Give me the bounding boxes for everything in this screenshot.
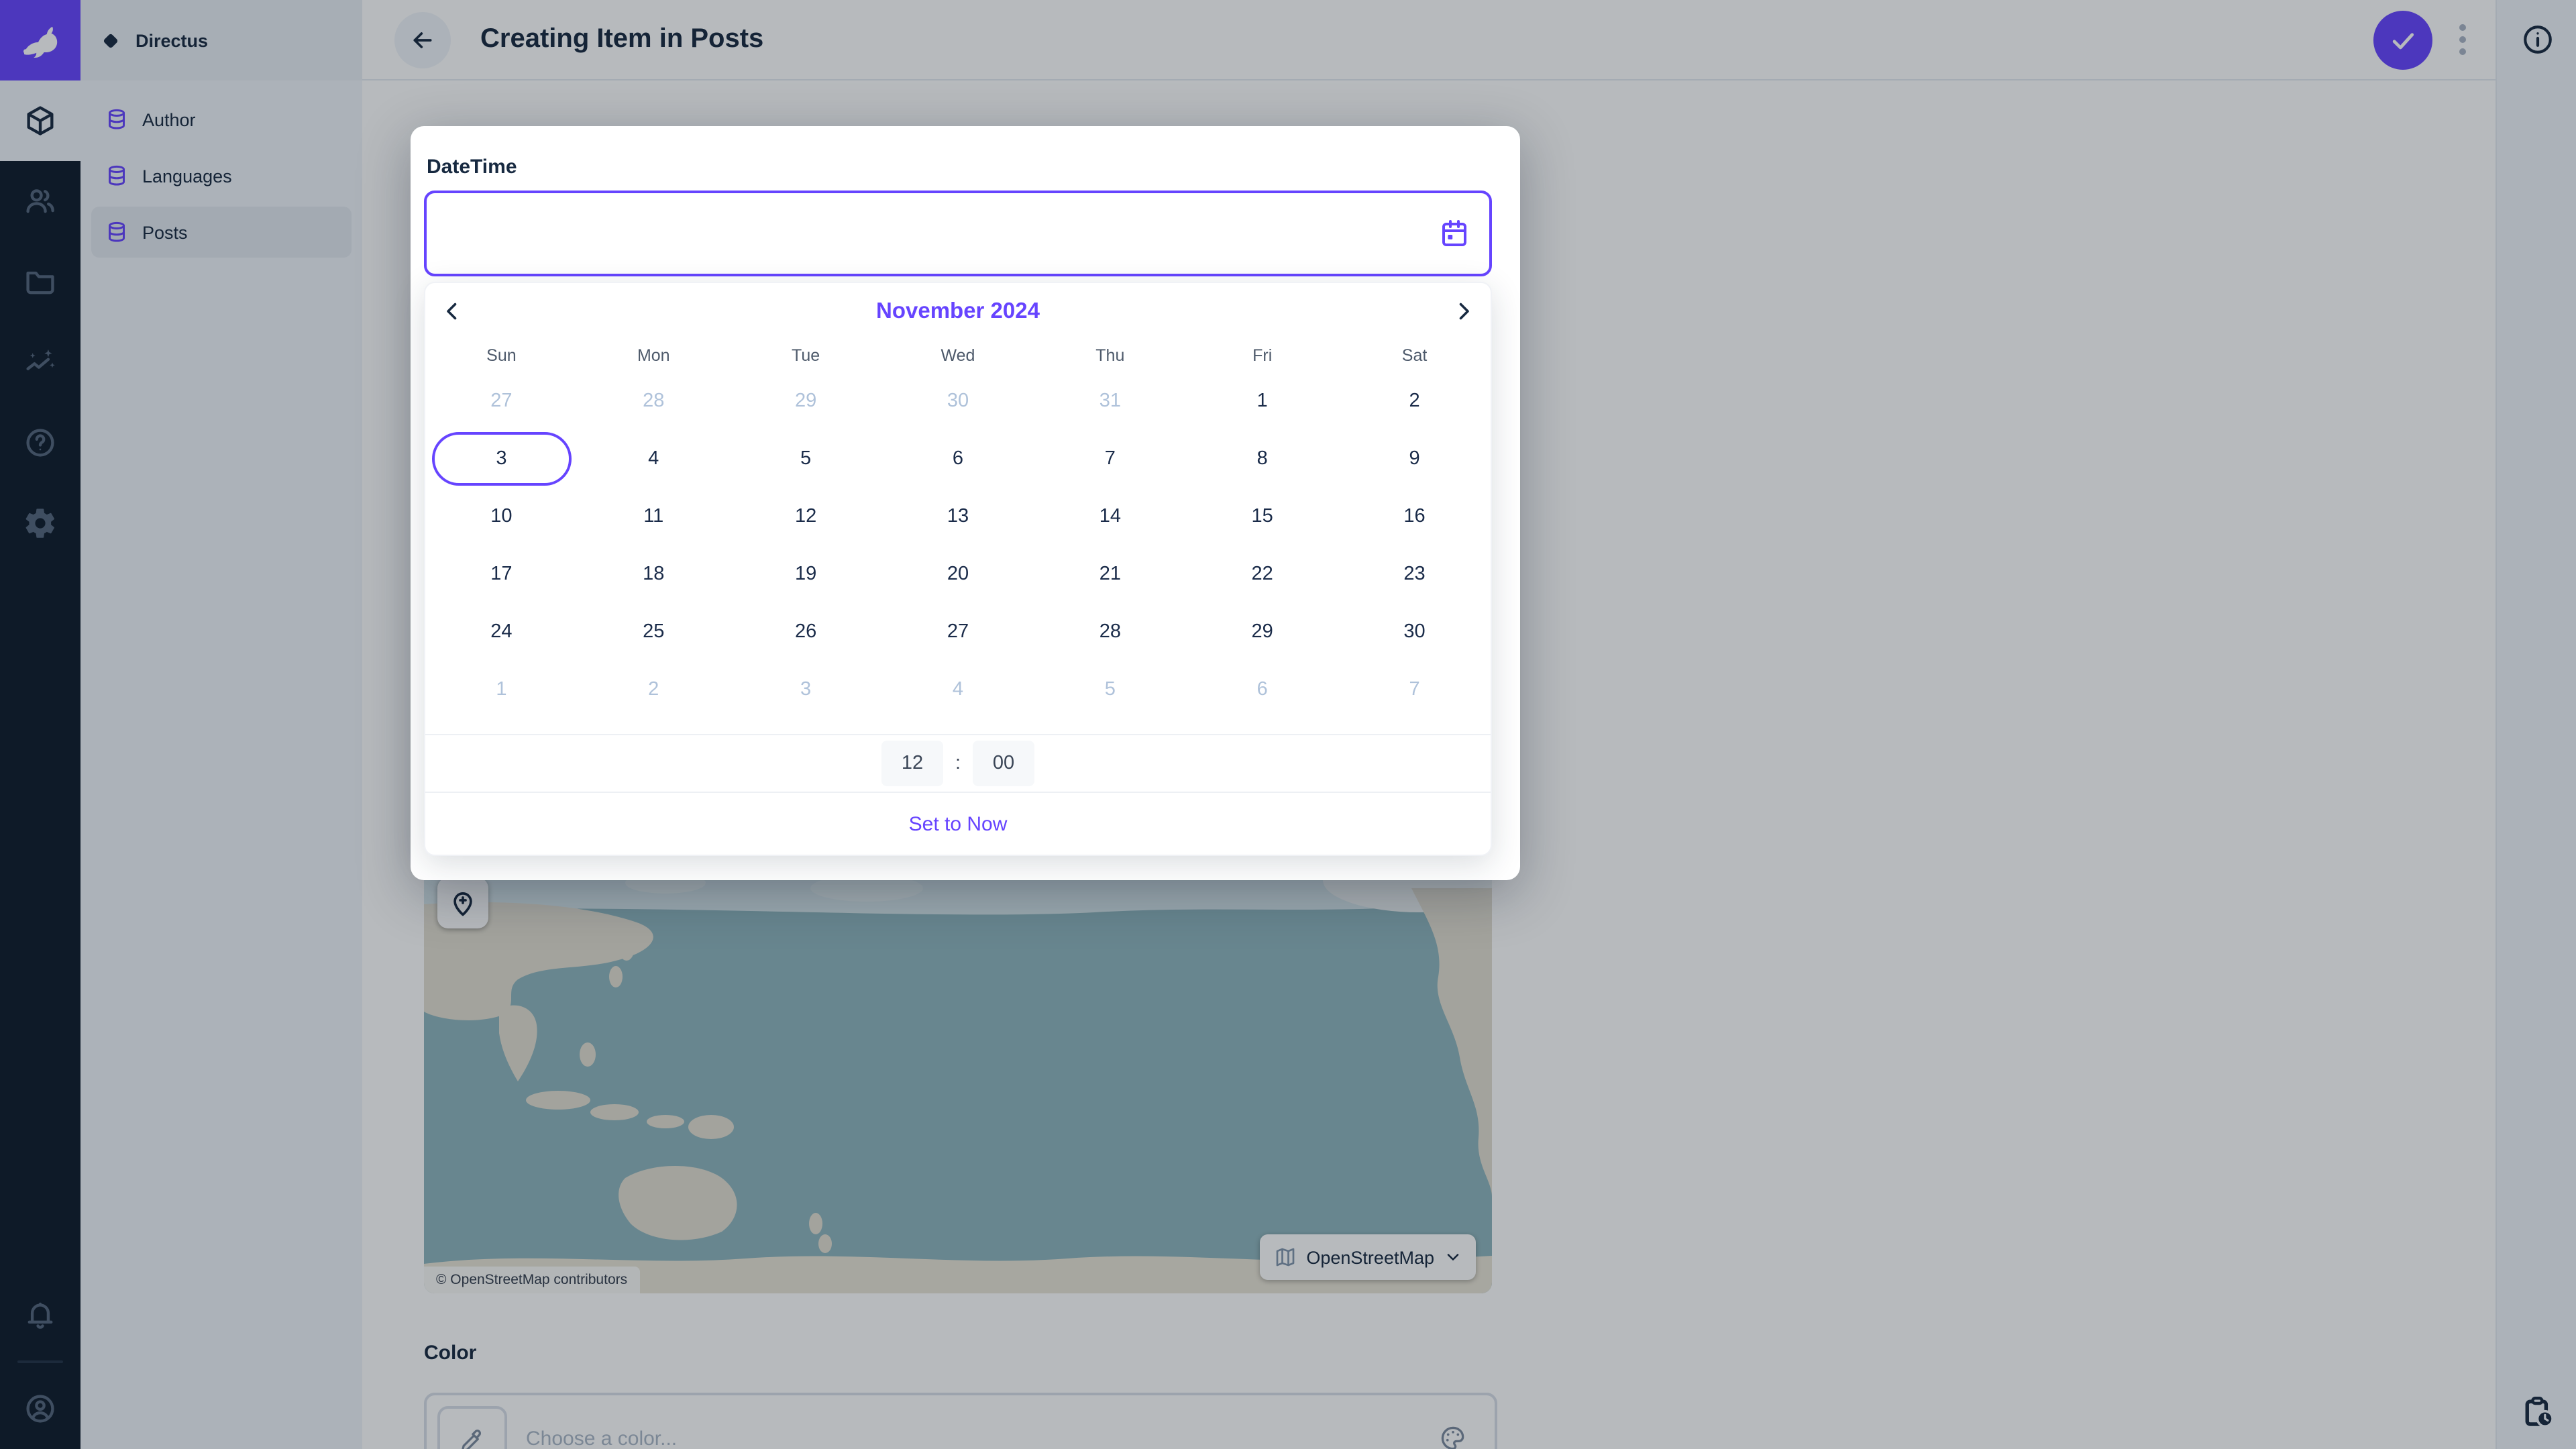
calendar-day[interactable]: 4 bbox=[882, 660, 1034, 718]
calendar-day[interactable]: 7 bbox=[1034, 429, 1186, 487]
calendar-day[interactable]: 3 bbox=[730, 660, 882, 718]
weekday-label: Tue bbox=[730, 339, 882, 372]
calendar-day[interactable]: 9 bbox=[1338, 429, 1491, 487]
calendar-day[interactable]: 1 bbox=[1186, 372, 1338, 429]
calendar-day[interactable]: 24 bbox=[425, 602, 578, 660]
datetime-field-label: DateTime bbox=[427, 156, 517, 178]
calendar-day[interactable]: 15 bbox=[1186, 487, 1338, 545]
calendar-time-row: 12 : 00 bbox=[425, 734, 1491, 792]
calendar-day[interactable]: 30 bbox=[882, 372, 1034, 429]
calendar-days-grid: 2728293031123456789101112131415161718192… bbox=[425, 372, 1491, 734]
minute-input[interactable]: 00 bbox=[973, 741, 1034, 786]
calendar-day[interactable]: 5 bbox=[730, 429, 882, 487]
calendar-day[interactable]: 26 bbox=[730, 602, 882, 660]
datetime-popover: DateTime November 2024 SunMonTueWedTh bbox=[411, 126, 1520, 880]
time-separator: : bbox=[955, 753, 961, 774]
weekday-label: Sat bbox=[1338, 339, 1491, 372]
weekday-label: Wed bbox=[882, 339, 1034, 372]
calendar-day[interactable]: 28 bbox=[578, 372, 730, 429]
calendar-day[interactable]: 27 bbox=[425, 372, 578, 429]
weekday-label: Fri bbox=[1186, 339, 1338, 372]
chevron-left-icon bbox=[440, 299, 464, 323]
calendar-day[interactable]: 13 bbox=[882, 487, 1034, 545]
calendar-day[interactable]: 8 bbox=[1186, 429, 1338, 487]
calendar-day[interactable]: 22 bbox=[1186, 545, 1338, 602]
calendar-glyph bbox=[1438, 217, 1470, 250]
calendar-day[interactable]: 23 bbox=[1338, 545, 1491, 602]
calendar-month-title[interactable]: November 2024 bbox=[479, 299, 1437, 324]
datetime-input[interactable] bbox=[427, 193, 1489, 274]
calendar-day[interactable]: 7 bbox=[1338, 660, 1491, 718]
calendar-weekday-row: SunMonTueWedThuFriSat bbox=[425, 339, 1491, 372]
calendar-dropdown: November 2024 SunMonTueWedThuFriSat 2728… bbox=[424, 282, 1492, 856]
calendar-day-today[interactable]: 3 bbox=[425, 429, 578, 487]
calendar-day[interactable]: 29 bbox=[730, 372, 882, 429]
calendar-day[interactable]: 31 bbox=[1034, 372, 1186, 429]
calendar-day[interactable]: 12 bbox=[730, 487, 882, 545]
set-to-now-button[interactable]: Set to Now bbox=[425, 792, 1491, 855]
calendar-day[interactable]: 19 bbox=[730, 545, 882, 602]
calendar-day[interactable]: 29 bbox=[1186, 602, 1338, 660]
calendar-day[interactable]: 16 bbox=[1338, 487, 1491, 545]
weekday-label: Sun bbox=[425, 339, 578, 372]
weekday-label: Thu bbox=[1034, 339, 1186, 372]
calendar-day[interactable]: 1 bbox=[425, 660, 578, 718]
datetime-input-wrapper bbox=[424, 191, 1492, 276]
chevron-right-icon bbox=[1452, 299, 1476, 323]
calendar-day[interactable]: 2 bbox=[578, 660, 730, 718]
calendar-day[interactable]: 6 bbox=[882, 429, 1034, 487]
calendar-day[interactable]: 4 bbox=[578, 429, 730, 487]
weekday-label: Mon bbox=[578, 339, 730, 372]
calendar-month-row: November 2024 bbox=[425, 283, 1491, 339]
calendar-day[interactable]: 14 bbox=[1034, 487, 1186, 545]
calendar-day[interactable]: 28 bbox=[1034, 602, 1186, 660]
hour-input[interactable]: 12 bbox=[881, 741, 943, 786]
calendar-day[interactable]: 21 bbox=[1034, 545, 1186, 602]
app-window: Directus AuthorLanguagesPosts Creating I… bbox=[0, 0, 2576, 1449]
calendar-day[interactable]: 30 bbox=[1338, 602, 1491, 660]
calendar-day[interactable]: 18 bbox=[578, 545, 730, 602]
next-month-button[interactable] bbox=[1437, 283, 1491, 339]
calendar-day[interactable]: 5 bbox=[1034, 660, 1186, 718]
calendar-day[interactable]: 17 bbox=[425, 545, 578, 602]
calendar-day[interactable]: 6 bbox=[1186, 660, 1338, 718]
prev-month-button[interactable] bbox=[425, 283, 479, 339]
calendar-day[interactable]: 20 bbox=[882, 545, 1034, 602]
calendar-icon[interactable] bbox=[1438, 217, 1470, 250]
calendar-day[interactable]: 25 bbox=[578, 602, 730, 660]
calendar-day[interactable]: 11 bbox=[578, 487, 730, 545]
calendar-day[interactable]: 27 bbox=[882, 602, 1034, 660]
calendar-day[interactable]: 2 bbox=[1338, 372, 1491, 429]
calendar-day[interactable]: 10 bbox=[425, 487, 578, 545]
